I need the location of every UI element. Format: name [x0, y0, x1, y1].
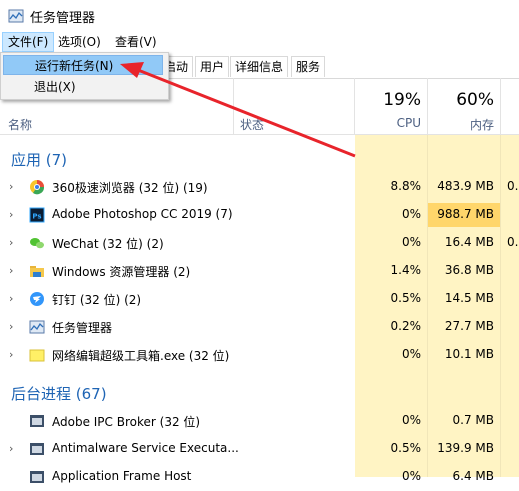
table-row[interactable]: › Windows 资源管理器 (2) 1.4% 36.8 MB: [0, 257, 519, 285]
row-memory: 10.1 MB: [444, 347, 494, 361]
row-cpu: 0.5%: [390, 291, 422, 305]
column-name[interactable]: 名称: [8, 116, 32, 133]
wechat-icon: [30, 238, 44, 249]
row-memory: 36.8 MB: [444, 263, 494, 277]
folder-icon: [30, 266, 44, 277]
menu-options[interactable]: 选项(O): [53, 33, 106, 51]
table-row[interactable]: › 钉钉 (32 位) (2) 0.5% 14.5 MB: [0, 285, 519, 313]
row-name: Antimalware Service Executa...: [52, 441, 239, 455]
table-row[interactable]: › Ps Adobe Photoshop CC 2019 (7) 0% 988.…: [0, 201, 519, 229]
row-cpu: 0%: [401, 413, 421, 427]
table-row[interactable]: Adobe IPC Broker (32 位) 0% 0.7 MB: [0, 407, 519, 435]
row-name: 360极速浏览器 (32 位) (19): [52, 181, 208, 195]
chevron-right-icon[interactable]: ›: [9, 181, 19, 193]
row-memory: 6.4 MB: [452, 469, 494, 483]
row-cpu: 0.5%: [390, 441, 422, 455]
chevron-right-icon[interactable]: ›: [9, 265, 19, 277]
exit-item[interactable]: 退出(X): [3, 77, 163, 97]
table-row[interactable]: › 任务管理器 0.2% 27.7 MB: [0, 313, 519, 341]
title-bar: 任务管理器: [0, 0, 519, 30]
row-extra: 0.: [507, 235, 519, 249]
row-name: 钉钉 (32 位) (2): [52, 293, 142, 307]
row-name: Windows 资源管理器 (2): [52, 265, 191, 279]
service-icon: [30, 415, 44, 427]
group-apps-header[interactable]: 应用 (7): [11, 149, 67, 170]
table-row[interactable]: › 网络编辑超级工具箱.exe (32 位) 0% 10.1 MB: [0, 341, 519, 369]
row-memory: 483.9 MB: [437, 179, 494, 193]
row-memory: 988.7 MB: [437, 207, 494, 221]
row-memory: 16.4 MB: [444, 235, 494, 249]
memory-total-percent: 60%: [456, 90, 494, 110]
chevron-right-icon[interactable]: ›: [9, 209, 19, 221]
task-manager-icon: [29, 320, 45, 334]
row-cpu: 0%: [401, 207, 421, 221]
row-name: Application Frame Host: [52, 469, 192, 483]
dingtalk-icon: [30, 292, 44, 306]
chevron-right-icon[interactable]: ›: [9, 349, 19, 361]
service-icon: [30, 443, 44, 455]
row-memory: 139.9 MB: [437, 441, 494, 455]
row-name: Adobe Photoshop CC 2019 (7): [52, 207, 233, 221]
table-row[interactable]: Application Frame Host 0% 6.4 MB: [0, 463, 519, 491]
column-cpu[interactable]: CPU: [355, 116, 421, 130]
row-name: 网络编辑超级工具箱.exe (32 位): [52, 349, 230, 363]
row-memory: 27.7 MB: [444, 319, 494, 333]
run-new-task-item[interactable]: 运行新任务(N): [3, 55, 163, 75]
column-memory[interactable]: 内存: [428, 116, 494, 133]
tab-users[interactable]: 用户: [195, 56, 230, 77]
svg-text:Ps: Ps: [32, 213, 41, 221]
table-row[interactable]: › 360极速浏览器 (32 位) (19) 8.8% 483.9 MB 0.: [0, 173, 519, 201]
360-browser-icon: [30, 180, 45, 195]
row-cpu: 1.4%: [390, 263, 422, 277]
menu-file[interactable]: 文件(F): [2, 32, 55, 52]
menu-bar: 文件(F) 选项(O) 查看(V): [0, 30, 519, 52]
row-cpu: 0%: [401, 469, 421, 483]
toolbox-icon: [29, 349, 45, 362]
row-name: Adobe IPC Broker (32 位): [52, 415, 201, 429]
row-name: 任务管理器: [52, 321, 113, 335]
table-row[interactable]: › Antimalware Service Executa... 0.5% 13…: [0, 435, 519, 463]
tab-details[interactable]: 详细信息: [230, 56, 289, 77]
table-row[interactable]: › WeChat (32 位) (2) 0% 16.4 MB 0.: [0, 229, 519, 257]
row-memory: 0.7 MB: [452, 413, 494, 427]
row-name: WeChat (32 位) (2): [52, 237, 164, 251]
tab-services[interactable]: 服务: [291, 56, 326, 77]
chevron-right-icon[interactable]: ›: [9, 443, 19, 455]
chevron-right-icon[interactable]: ›: [9, 237, 19, 249]
row-extra: 0.: [507, 179, 519, 193]
row-cpu: 8.8%: [390, 179, 422, 193]
row-cpu: 0.2%: [390, 319, 422, 333]
cpu-total-percent: 19%: [383, 90, 421, 110]
file-menu-dropdown: 运行新任务(N) 退出(X): [0, 52, 169, 100]
group-background-header[interactable]: 后台进程 (67): [11, 383, 107, 404]
menu-view[interactable]: 查看(V): [110, 33, 162, 51]
service-icon: [30, 471, 44, 483]
column-status[interactable]: 状态: [240, 116, 264, 133]
row-memory: 14.5 MB: [444, 291, 494, 305]
photoshop-icon: Ps: [29, 207, 45, 223]
chevron-right-icon[interactable]: ›: [9, 293, 19, 305]
window-title: 任务管理器: [30, 11, 96, 26]
chevron-right-icon[interactable]: ›: [9, 321, 19, 333]
row-cpu: 0%: [401, 347, 421, 361]
row-cpu: 0%: [401, 235, 421, 249]
task-manager-icon: [8, 9, 24, 23]
